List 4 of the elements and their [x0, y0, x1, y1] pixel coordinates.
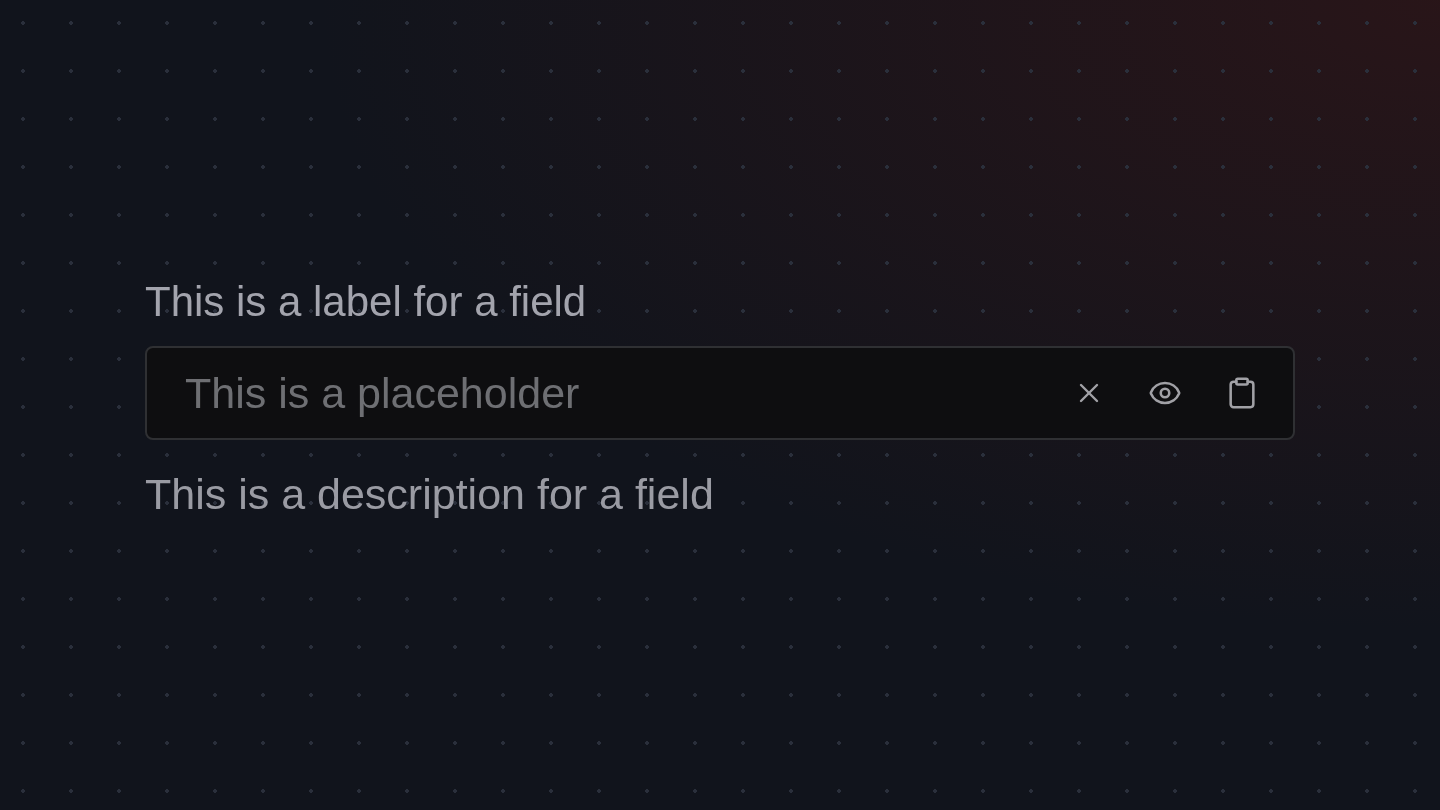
text-input-field[interactable]: This is a placeholder — [145, 346, 1295, 440]
field-description: This is a description for a field — [145, 470, 714, 518]
field-label: This is a label for a field — [145, 278, 587, 326]
text-input[interactable]: This is a placeholder — [185, 360, 1073, 426]
